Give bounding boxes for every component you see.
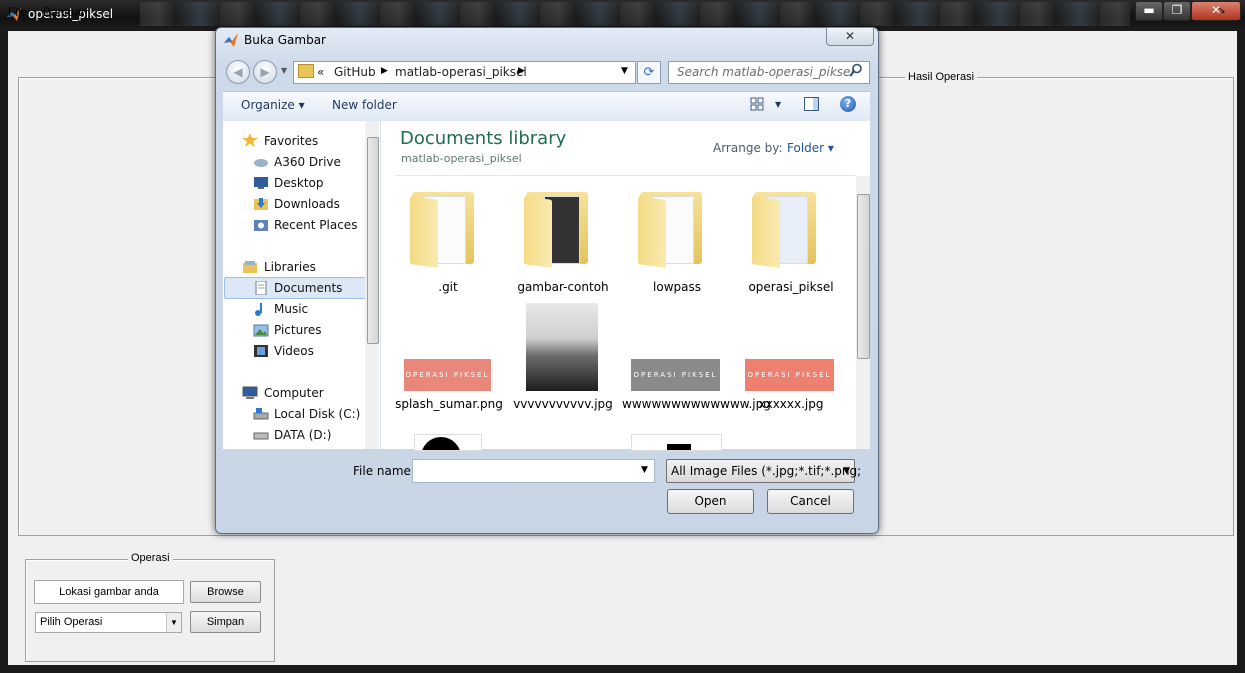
title-bar — [0, 0, 1245, 30]
videos-icon — [254, 345, 268, 357]
nav-videos[interactable]: Videos — [274, 344, 314, 358]
nav-data-d[interactable]: DATA (D:) — [274, 428, 331, 442]
documents-icon — [255, 281, 267, 295]
view-options-icon[interactable] — [750, 97, 764, 111]
image-thumbnail[interactable]: OPERASI PIKSEL — [631, 359, 720, 391]
breadcrumb-matlab-operasi-piksel[interactable]: matlab-operasi_piksel — [395, 65, 527, 79]
nav-downloads[interactable]: Downloads — [274, 197, 340, 211]
chevron-down-icon[interactable]: ▼ — [843, 460, 850, 482]
computer-icon — [242, 386, 258, 399]
file-type-value: All Image Files (*.jpg;*.tif;*.png; — [671, 464, 862, 478]
search-icon[interactable] — [849, 63, 863, 77]
nav-libraries[interactable]: Libraries — [264, 260, 316, 274]
operasi-label: Operasi — [128, 552, 173, 564]
nav-desktop[interactable]: Desktop — [274, 176, 324, 190]
arrange-by-select[interactable]: Folder ▾ — [787, 141, 834, 155]
local-disk-icon — [253, 408, 269, 420]
nav-scrollbar-thumb[interactable] — [367, 137, 379, 344]
search-placeholder: Search matlab-operasi_piksel — [677, 65, 854, 79]
simpan-button[interactable]: Simpan — [190, 611, 261, 633]
image-thumbnail[interactable] — [414, 434, 482, 451]
hasil-operasi-label: Hasil Operasi — [905, 71, 978, 83]
image-thumbnail[interactable] — [631, 434, 722, 451]
preview-pane-icon[interactable] — [804, 97, 819, 111]
image-thumbnail[interactable] — [526, 303, 598, 391]
pictures-icon — [253, 324, 269, 337]
chevron-down-icon[interactable]: ▼ — [621, 66, 628, 76]
recent-locations-icon[interactable]: ▼ — [281, 66, 287, 75]
folder-icon[interactable] — [524, 186, 594, 270]
folder-git[interactable]: .git — [393, 280, 503, 294]
close-window-button[interactable]: ✕ — [1191, 1, 1241, 21]
file-name-label: File name: — [353, 464, 415, 478]
folder-icon[interactable] — [410, 186, 480, 270]
file-type-select[interactable]: All Image Files (*.jpg;*.tif;*.png; ▼ — [666, 459, 861, 483]
image-thumbnail[interactable]: OPERASI PIKSEL — [745, 359, 834, 391]
folder-gambar-contoh[interactable]: gambar-contoh — [508, 280, 618, 294]
file-name-input[interactable] — [412, 459, 655, 483]
drive-icon — [253, 432, 269, 440]
open-button[interactable]: Open — [667, 489, 754, 514]
star-icon — [242, 133, 258, 147]
organize-button[interactable]: Organize ▾ — [241, 98, 305, 112]
recent-places-icon — [254, 220, 268, 231]
operation-select[interactable]: Pilih Operasi ▼ — [35, 612, 182, 633]
libraries-icon — [243, 261, 257, 273]
minimize-button[interactable]: ▬ — [1135, 1, 1163, 21]
folder-icon[interactable] — [638, 186, 708, 270]
library-title: Documents library — [400, 128, 567, 149]
chevron-down-icon[interactable]: ▼ — [641, 465, 648, 475]
nav-pictures[interactable]: Pictures — [274, 323, 322, 337]
chevron-right-icon[interactable]: ▶ — [381, 66, 388, 76]
nav-a360-drive[interactable]: A360 Drive — [274, 155, 341, 169]
arrange-by-label: Arrange by: — [713, 141, 783, 155]
desktop-icon — [254, 177, 268, 189]
dialog-title: Buka Gambar — [244, 33, 326, 47]
nav-local-disk-c[interactable]: Local Disk (C:) — [274, 407, 360, 421]
new-folder-button[interactable]: New folder — [332, 98, 397, 112]
divider — [395, 175, 855, 176]
file-vvvvvvvvvvv[interactable]: vvvvvvvvvvv.jpg — [508, 397, 618, 411]
cancel-button[interactable]: Cancel — [767, 489, 854, 514]
folder-icon[interactable] — [752, 186, 822, 270]
file-list-scrollbar-thumb[interactable] — [857, 194, 870, 359]
chevron-down-icon[interactable]: ▼ — [166, 613, 181, 632]
nav-recent-places[interactable]: Recent Places — [274, 218, 357, 232]
file-splash-sumar[interactable]: splash_sumar.png — [393, 397, 505, 411]
folder-icon — [298, 64, 314, 78]
music-icon — [255, 303, 262, 316]
menu-bantuan[interactable]: Bantuan — [43, 5, 88, 19]
dialog-close-button[interactable]: ✕ — [826, 27, 874, 46]
folder-lowpass[interactable]: lowpass — [622, 280, 732, 294]
breadcrumb-github[interactable]: GitHub — [334, 65, 376, 79]
nav-favorites[interactable]: Favorites — [264, 134, 318, 148]
file-xxxxxx[interactable]: xxxxxx.jpg — [736, 397, 846, 411]
folder-operasi-piksel[interactable]: operasi_piksel — [736, 280, 846, 294]
matlab-logo-icon — [224, 33, 238, 47]
dock-arrow-icon[interactable]: ↘ — [1218, 6, 1226, 16]
help-icon[interactable]: ? — [840, 96, 856, 112]
dialog-toolbar — [223, 91, 870, 122]
nav-computer[interactable]: Computer — [264, 386, 324, 400]
menu-file[interactable]: File — [8, 5, 27, 19]
forward-button[interactable]: ▶ — [253, 60, 277, 84]
file-wwwwwwwwwwwww[interactable]: wwwwwwwwwwwww.jpg — [622, 397, 771, 411]
browse-button[interactable]: Browse — [190, 581, 261, 603]
cloud-drive-icon — [254, 159, 268, 167]
library-subtitle: matlab-operasi_piksel — [401, 152, 522, 165]
chevron-right-icon[interactable]: ▶ — [518, 66, 525, 76]
refresh-button[interactable]: ⟳ — [637, 61, 661, 84]
back-button[interactable]: ◀ — [226, 60, 250, 84]
operation-select-value: Pilih Operasi — [40, 616, 103, 628]
maximize-button[interactable]: ❐ — [1163, 1, 1191, 21]
nav-documents[interactable]: Documents — [274, 281, 342, 295]
image-path-field[interactable]: Lokasi gambar anda — [34, 580, 184, 604]
downloads-icon — [254, 198, 268, 210]
image-thumbnail[interactable]: OPERASI PIKSEL — [404, 359, 491, 391]
nav-music[interactable]: Music — [274, 302, 308, 316]
breadcrumb-overflow[interactable]: « — [317, 65, 324, 79]
chevron-down-icon[interactable]: ▼ — [775, 100, 781, 109]
